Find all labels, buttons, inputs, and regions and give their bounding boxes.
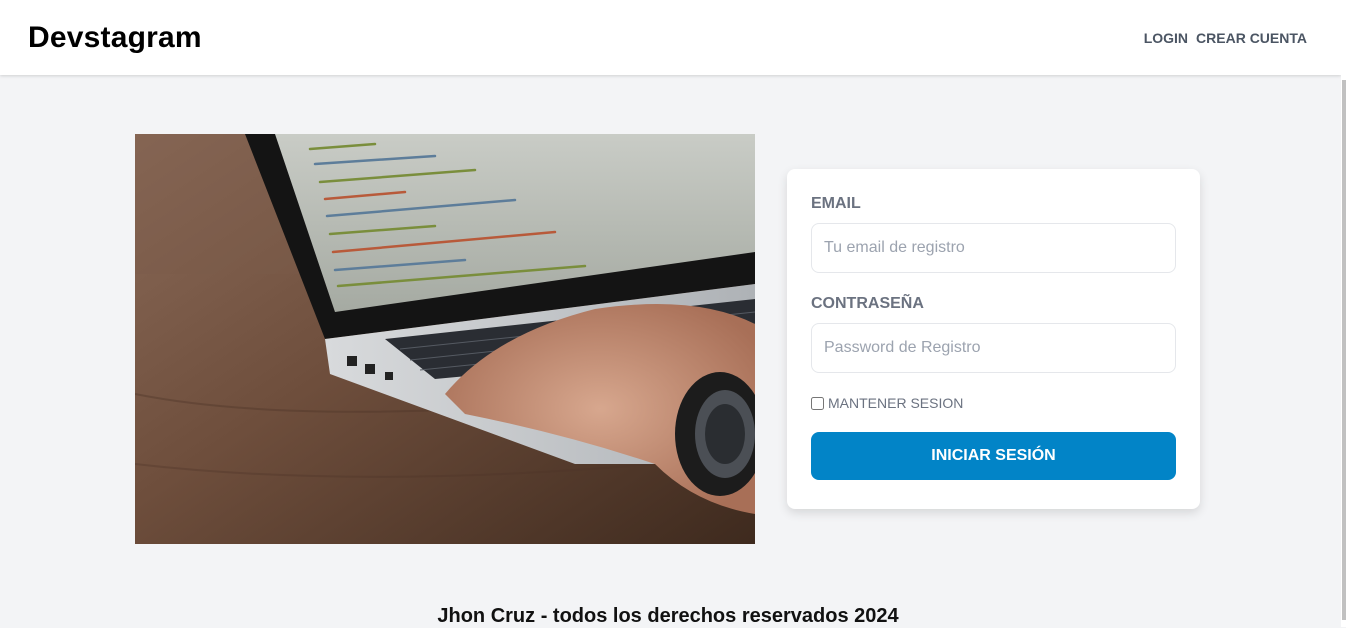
login-card: EMAIL CONTRASEÑA MANTENER SESION INICIAR… bbox=[787, 169, 1200, 509]
password-label: CONTRASEÑA bbox=[811, 295, 924, 312]
site-logo[interactable]: Devstagram bbox=[28, 21, 202, 55]
scrollbar-thumb[interactable] bbox=[1342, 80, 1346, 620]
login-link[interactable]: LOGIN bbox=[1144, 30, 1188, 46]
site-header: Devstagram LOGIN CREAR CUENTA bbox=[0, 0, 1341, 75]
remember-label[interactable]: MANTENER SESION bbox=[828, 395, 963, 411]
register-link[interactable]: CREAR CUENTA bbox=[1196, 30, 1307, 46]
password-field[interactable] bbox=[811, 323, 1176, 373]
hero-photo bbox=[135, 134, 755, 544]
remember-row: MANTENER SESION bbox=[811, 395, 1176, 411]
email-label: EMAIL bbox=[811, 195, 861, 212]
email-field[interactable] bbox=[811, 223, 1176, 273]
login-submit-button[interactable]: INICIAR SESIÓN bbox=[811, 432, 1176, 480]
scrollbar-track[interactable] bbox=[1341, 0, 1346, 627]
main-nav: LOGIN CREAR CUENTA bbox=[1144, 30, 1307, 46]
remember-checkbox[interactable] bbox=[811, 396, 824, 410]
footer-text: Jhon Cruz - todos los derechos reservado… bbox=[437, 605, 899, 627]
